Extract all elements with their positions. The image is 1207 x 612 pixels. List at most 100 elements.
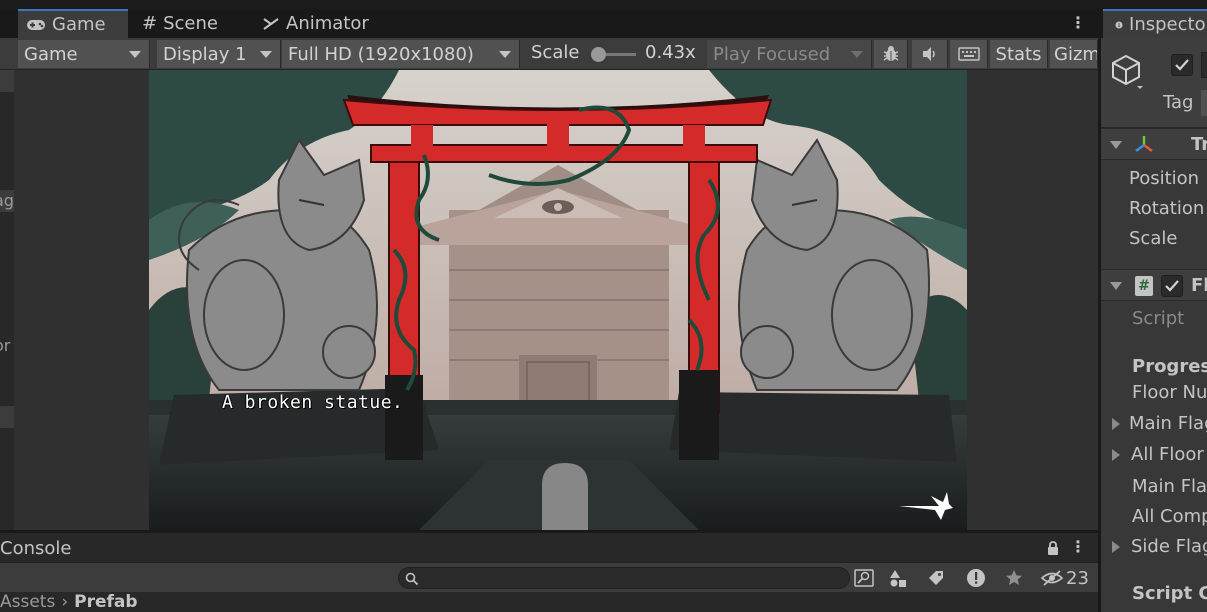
animator-icon <box>263 17 279 30</box>
chevron-right-icon: › <box>61 592 69 612</box>
property-label: All Completed <box>1132 506 1207 527</box>
shortcuts-button[interactable] <box>950 40 988 68</box>
lock-icon[interactable] <box>1045 540 1061 556</box>
property-label: Main Flags <box>1129 413 1207 434</box>
tag-filter-button[interactable] <box>918 565 954 591</box>
info-icon <box>1115 20 1123 29</box>
magnify-window-icon <box>854 569 874 587</box>
play-mode-dropdown[interactable]: Play Focused <box>707 40 872 68</box>
left-panel-row <box>0 70 14 92</box>
foldout-arrow-icon[interactable] <box>1112 418 1120 430</box>
warning-filter-button[interactable] <box>958 565 994 591</box>
foldout-arrow-icon[interactable] <box>1110 141 1122 149</box>
resolution-dropdown[interactable]: Full HD (1920x1080) <box>282 40 520 68</box>
stats-button-label: Stats <box>995 43 1042 65</box>
game-toolbar: Game Display 1 Full HD (1920x1080) Scale… <box>0 38 1098 70</box>
tag-icon <box>929 571 943 585</box>
foldout-arrow-icon[interactable] <box>1112 541 1120 553</box>
chevron-down-icon <box>260 51 272 58</box>
console-search-input[interactable] <box>398 567 850 589</box>
gizmos-button-label: Gizmos <box>1054 43 1097 65</box>
name-field[interactable] <box>1201 52 1207 78</box>
script-icon: # <box>1135 276 1153 296</box>
scale-label: Scale <box>531 42 580 63</box>
breadcrumb-item[interactable]: Assets <box>0 592 55 612</box>
transform-component-header[interactable]: Transform <box>1101 128 1207 160</box>
script-component-title: FloorManager <box>1191 275 1207 296</box>
chevron-down-icon <box>129 51 141 58</box>
shapes-icon <box>890 570 906 587</box>
breadcrumb: Assets › Prefab <box>0 592 1098 612</box>
dialog-text: A broken statue. <box>222 392 404 413</box>
hidden-entries-button[interactable]: 23 <box>1036 565 1098 591</box>
cube-icon[interactable] <box>1109 52 1143 90</box>
transform-axes-icon <box>1135 136 1153 152</box>
scale-control: Scale 0.43x <box>524 40 706 68</box>
chevron-down-icon <box>499 51 511 58</box>
gameobject-header: Tag <box>1101 38 1207 128</box>
console-tab-bar: Console ⋮ <box>0 532 1098 562</box>
property-label: All Floor Flags <box>1131 444 1207 465</box>
favorites-button[interactable] <box>996 565 1032 591</box>
mute-audio-button[interactable] <box>912 40 948 68</box>
section-header: Progress <box>1132 356 1207 377</box>
tab-animator-label: Animator <box>286 13 369 34</box>
left-panel-text: ag <box>0 191 14 210</box>
view-tab-bar: Game # Scene Animator ⋮ <box>0 9 1098 38</box>
speaker-icon <box>922 47 935 61</box>
transform-title: Transform <box>1191 134 1207 155</box>
gizmos-button[interactable]: Gizmos <box>1050 40 1098 68</box>
bug-icon <box>883 46 898 61</box>
tab-inspector[interactable]: Inspector <box>1103 9 1207 38</box>
game-view-dropdown[interactable]: Game <box>18 40 150 68</box>
eye-slash-icon <box>1040 570 1064 586</box>
script-component-header[interactable]: # FloorManager <box>1101 269 1207 301</box>
play-mode-dropdown-label: Play Focused <box>713 43 831 65</box>
tab-console[interactable]: Console <box>0 538 71 559</box>
tab-game[interactable]: Game <box>18 9 128 38</box>
scale-slider-handle[interactable] <box>591 47 606 62</box>
hidden-count: 23 <box>1066 567 1089 589</box>
hash-icon: # <box>142 13 158 34</box>
tab-scene[interactable]: # Scene <box>142 9 252 38</box>
property-label: Main Flags <box>1132 476 1207 497</box>
checkmark-icon <box>1175 59 1189 71</box>
game-view[interactable] <box>149 70 967 530</box>
keyboard-icon <box>957 47 980 61</box>
tag-dropdown[interactable] <box>1201 90 1207 116</box>
breadcrumb-current[interactable]: Prefab <box>74 592 137 612</box>
star-icon <box>1006 570 1022 585</box>
left-panel-row <box>0 406 14 428</box>
more-options-icon[interactable]: ⋮ <box>1070 537 1086 556</box>
section-header: Script Components <box>1132 583 1207 604</box>
checkmark-icon <box>1165 280 1179 292</box>
gamepad-icon <box>27 19 45 30</box>
debug-button[interactable] <box>874 40 908 68</box>
left-panel-edge: ag or <box>0 70 14 530</box>
foldout-arrow-icon[interactable] <box>1110 282 1122 290</box>
more-options-icon[interactable]: ⋮ <box>1070 13 1086 35</box>
active-checkbox[interactable] <box>1171 54 1193 76</box>
property-label: Position <box>1129 168 1200 189</box>
tab-game-label: Game <box>52 14 106 35</box>
expand-search-button[interactable] <box>846 565 882 591</box>
display-dropdown-label: Display 1 <box>163 43 247 65</box>
inspector-panel: Tag Transform Position Rotation Scale # … <box>1101 38 1207 612</box>
clear-log-button[interactable] <box>880 565 916 591</box>
component-enabled-checkbox[interactable] <box>1161 275 1183 297</box>
shrine-scene-image <box>149 70 967 530</box>
tab-animator[interactable]: Animator <box>262 9 392 38</box>
script-field-label: Script <box>1132 308 1185 329</box>
inspector-tab-bar: Inspector <box>1101 9 1207 38</box>
tab-inspector-label: Inspector <box>1129 14 1207 35</box>
stats-button[interactable]: Stats <box>990 40 1048 68</box>
resolution-dropdown-label: Full HD (1920x1080) <box>288 43 474 65</box>
property-label: Rotation <box>1129 198 1205 219</box>
property-label: Side Flags <box>1131 536 1207 557</box>
search-icon <box>405 572 419 586</box>
foldout-arrow-icon[interactable] <box>1112 449 1120 461</box>
chevron-down-icon <box>851 51 863 58</box>
console-toolbar: 23 <box>0 562 1098 592</box>
display-dropdown[interactable]: Display 1 <box>157 40 281 68</box>
top-strip <box>0 0 1207 9</box>
